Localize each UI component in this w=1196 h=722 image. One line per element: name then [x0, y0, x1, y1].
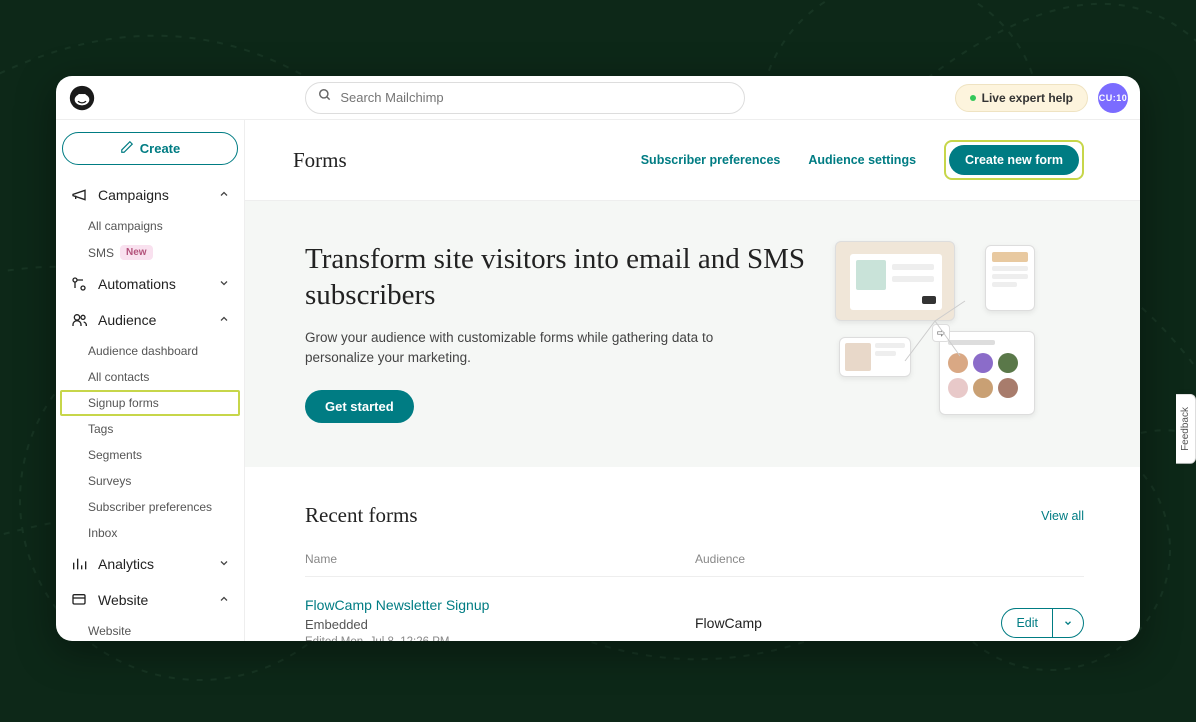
avatar[interactable]: CU:10 — [1098, 83, 1128, 113]
sidebar-item-audience-dashboard[interactable]: Audience dashboard — [60, 338, 240, 364]
get-started-button[interactable]: Get started — [305, 390, 414, 423]
recent-forms-section: Recent forms View all Name Audience Flow… — [245, 467, 1140, 641]
page-header: Forms Subscriber preferences Audience se… — [245, 120, 1140, 201]
chevron-up-icon — [218, 592, 230, 608]
status-dot-icon — [970, 95, 976, 101]
new-badge: New — [120, 245, 153, 260]
create-new-form-button[interactable]: Create new form — [949, 145, 1079, 175]
analytics-icon — [70, 555, 88, 573]
sidebar-item-surveys[interactable]: Surveys — [60, 468, 240, 494]
sidebar-item-website-sub[interactable]: Website — [60, 618, 240, 641]
sidebar: Create Campaigns All campaigns SMS New A… — [56, 120, 245, 641]
chevron-down-icon — [218, 556, 230, 572]
audience-value: FlowCamp — [695, 615, 1001, 631]
mailchimp-logo-icon[interactable] — [68, 84, 96, 112]
recent-forms-title: Recent forms — [305, 503, 418, 528]
sidebar-item-analytics[interactable]: Analytics — [60, 546, 240, 582]
column-header-name: Name — [305, 552, 695, 566]
hero-description: Grow your audience with customizable for… — [305, 328, 755, 369]
subscriber-preferences-link[interactable]: Subscriber preferences — [641, 153, 781, 167]
pencil-icon — [120, 140, 134, 157]
sidebar-item-subscriber-prefs[interactable]: Subscriber preferences — [60, 494, 240, 520]
hero-title: Transform site visitors into email and S… — [305, 241, 805, 314]
sidebar-item-sms[interactable]: SMS New — [60, 239, 240, 266]
view-all-link[interactable]: View all — [1041, 509, 1084, 523]
sidebar-item-all-contacts[interactable]: All contacts — [60, 364, 240, 390]
sidebar-item-signup-forms[interactable]: Signup forms — [60, 390, 240, 416]
sidebar-item-tags[interactable]: Tags — [60, 416, 240, 442]
hero-section: Transform site visitors into email and S… — [245, 201, 1140, 467]
main-content: Forms Subscriber preferences Audience se… — [245, 120, 1140, 641]
form-type: Embedded — [305, 617, 695, 632]
topbar: Live expert help CU:10 — [56, 76, 1140, 120]
page-title: Forms — [293, 148, 347, 173]
form-name-link[interactable]: FlowCamp Newsletter Signup — [305, 597, 695, 613]
edit-button[interactable]: Edit — [1002, 609, 1052, 637]
table-row: FlowCamp Newsletter Signup Embedded Edit… — [305, 577, 1084, 641]
feedback-tab[interactable]: Feedback — [1176, 394, 1196, 464]
table-header: Name Audience — [305, 552, 1084, 577]
create-button[interactable]: Create — [62, 132, 238, 165]
app-window: Live expert help CU:10 Create Campaigns … — [56, 76, 1140, 641]
sidebar-item-all-campaigns[interactable]: All campaigns — [60, 213, 240, 239]
website-icon — [70, 591, 88, 609]
create-new-form-highlight: Create new form — [944, 140, 1084, 180]
hero-illustration — [835, 241, 1035, 421]
form-edited-time: Edited Mon, Jul 8, 12:26 PM — [305, 636, 695, 641]
column-header-audience: Audience — [695, 552, 994, 566]
audience-settings-link[interactable]: Audience settings — [808, 153, 916, 167]
sidebar-item-inbox[interactable]: Inbox — [60, 520, 240, 546]
sidebar-item-website[interactable]: Website — [60, 582, 240, 618]
chevron-up-icon — [218, 187, 230, 203]
edit-dropdown-button[interactable] — [1052, 609, 1083, 637]
search-icon — [318, 88, 332, 107]
automations-icon — [70, 275, 88, 293]
sidebar-item-campaigns[interactable]: Campaigns — [60, 177, 240, 213]
chevron-down-icon — [218, 276, 230, 292]
sidebar-item-segments[interactable]: Segments — [60, 442, 240, 468]
people-icon — [70, 311, 88, 329]
sidebar-item-automations[interactable]: Automations — [60, 266, 240, 302]
sidebar-item-audience[interactable]: Audience — [60, 302, 240, 338]
megaphone-icon — [70, 186, 88, 204]
edit-split-button: Edit — [1001, 608, 1084, 638]
live-help-button[interactable]: Live expert help — [955, 84, 1088, 112]
search-input[interactable] — [305, 82, 745, 114]
chevron-up-icon — [218, 312, 230, 328]
